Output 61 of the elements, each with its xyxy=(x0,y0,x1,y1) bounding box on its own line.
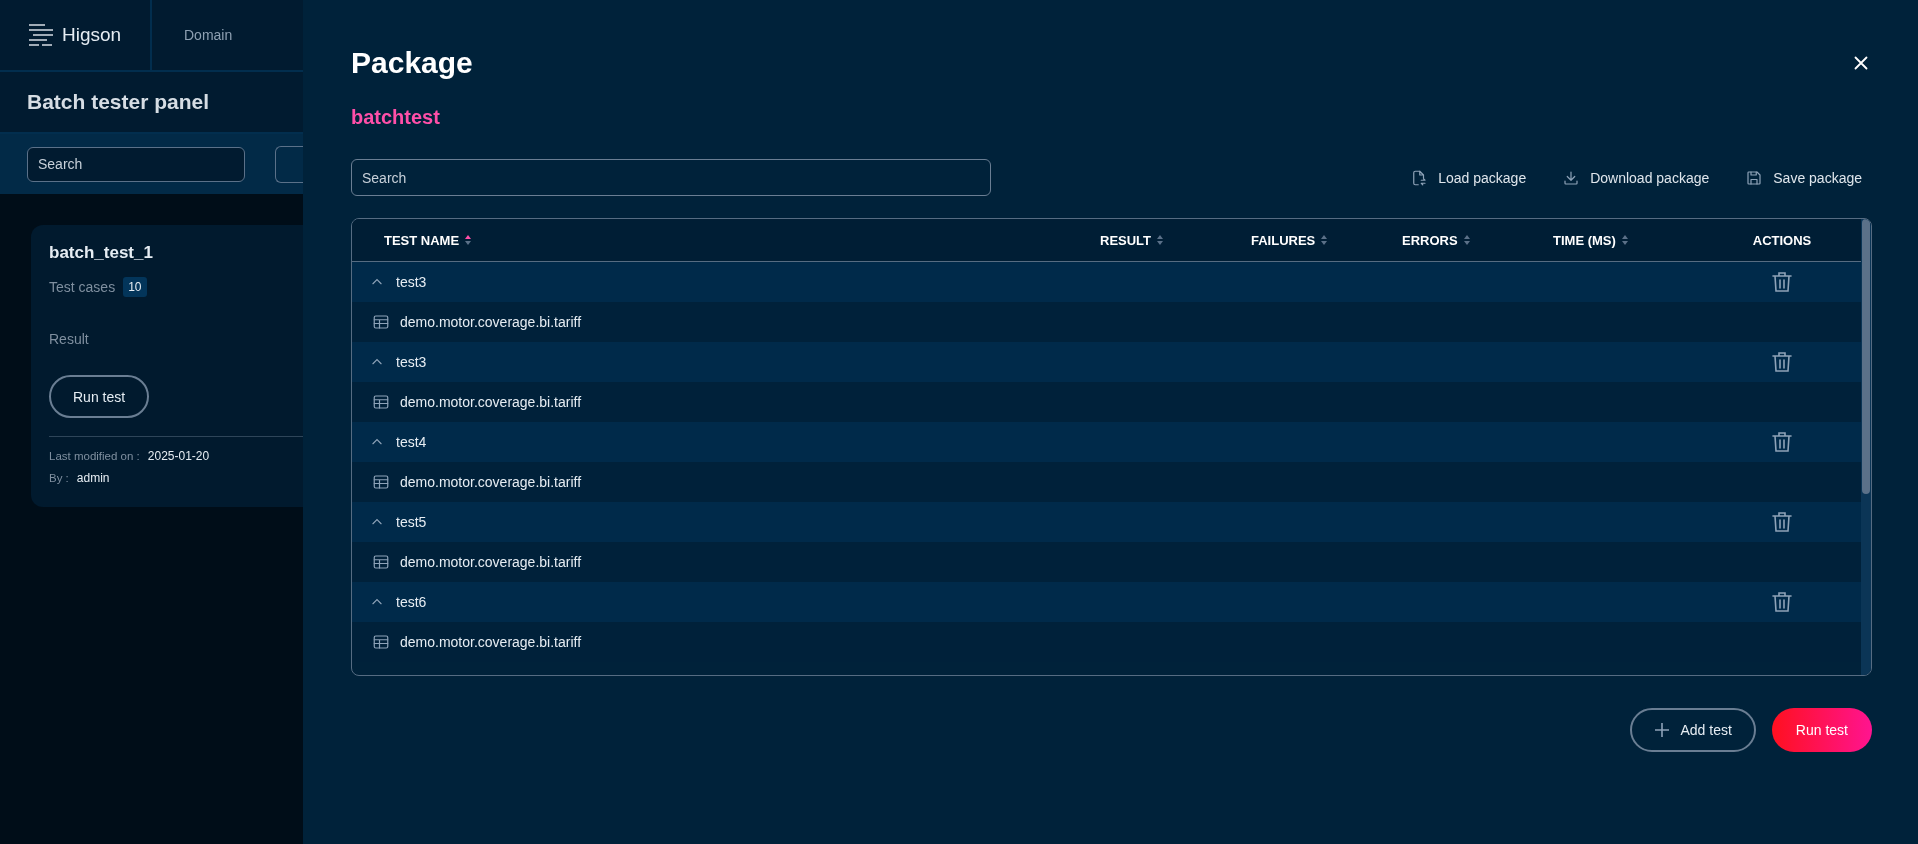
sort-icon[interactable] xyxy=(1621,235,1628,245)
logo-text: Higson xyxy=(62,24,122,46)
test-name: test6 xyxy=(395,594,428,610)
delete-button[interactable] xyxy=(1772,271,1792,293)
column-header[interactable]: RESULT xyxy=(1100,232,1152,248)
add-test-button[interactable]: Add test xyxy=(1630,708,1756,752)
table-icon xyxy=(372,553,390,571)
dialog-title: Package xyxy=(351,46,473,80)
test-name: test3 xyxy=(395,354,428,370)
delete-button[interactable] xyxy=(1772,511,1792,533)
table-icon xyxy=(372,393,390,411)
sort-icon[interactable] xyxy=(1157,235,1164,245)
modified-label: Last modified on : xyxy=(49,450,140,462)
run-test-button[interactable]: Run test xyxy=(49,375,150,418)
test-name: test3 xyxy=(395,274,428,290)
plus-icon xyxy=(1654,722,1671,738)
scrollbar[interactable] xyxy=(1861,219,1871,675)
column-header[interactable]: ERRORS xyxy=(1402,232,1458,248)
search-field[interactable]: Search xyxy=(351,159,991,196)
search-field[interactable]: Search xyxy=(27,146,246,182)
column-header[interactable]: FAILURES xyxy=(1251,232,1316,248)
download-package-button[interactable]: Download package xyxy=(1562,164,1710,191)
column-header[interactable]: TIME (MS) xyxy=(1553,232,1616,248)
modified-date: 2025-01-20 xyxy=(147,449,210,463)
table-name: demo.motor.coverage.bi.tariff xyxy=(400,474,582,490)
load-package-button[interactable]: Load package xyxy=(1410,164,1527,191)
test-cases-label: Test cases xyxy=(49,279,116,295)
delete-button[interactable] xyxy=(1772,351,1792,373)
test-name: test4 xyxy=(395,434,428,450)
table-name: demo.motor.coverage.bi.tariff xyxy=(400,634,582,650)
table-icon xyxy=(372,633,390,651)
test-group-row[interactable]: test3 xyxy=(352,262,1861,302)
test-cases-count: 10 xyxy=(123,277,147,297)
column-header[interactable]: TEST NAME xyxy=(384,232,460,248)
test-group-row[interactable]: test4 xyxy=(352,422,1861,462)
page-title: Batch tester panel xyxy=(0,72,303,134)
delete-button[interactable] xyxy=(1772,591,1792,613)
package-name: batchtest xyxy=(351,106,441,129)
table-name: demo.motor.coverage.bi.tariff xyxy=(400,314,582,330)
sort-icon[interactable] xyxy=(1463,235,1470,245)
author-label: By : xyxy=(49,472,69,484)
column-header[interactable]: ACTIONS xyxy=(1752,232,1812,248)
test-group-row[interactable]: test6 xyxy=(352,582,1861,622)
table-name: demo.motor.coverage.bi.tariff xyxy=(400,554,582,570)
table-icon xyxy=(372,473,390,491)
logo-lines-icon xyxy=(28,23,54,47)
table-name: demo.motor.coverage.bi.tariff xyxy=(400,394,582,410)
run-test-button[interactable]: Run test xyxy=(1771,708,1872,752)
file-arrows-icon xyxy=(1410,168,1429,187)
delete-button[interactable] xyxy=(1772,431,1792,453)
test-group-row[interactable]: test5 xyxy=(352,502,1861,542)
nav-link[interactable]: Domain xyxy=(152,27,233,43)
author-name: admin xyxy=(76,471,110,485)
card-title: batch_test_1 xyxy=(49,243,154,263)
sort-icon[interactable] xyxy=(1321,235,1328,245)
save-package-button[interactable]: Save package xyxy=(1745,164,1862,191)
result-label: Result xyxy=(49,331,90,347)
sort-icon[interactable] xyxy=(465,235,472,245)
table-icon xyxy=(372,313,390,331)
test-group-row[interactable]: test3 xyxy=(352,342,1861,382)
test-name: test5 xyxy=(395,514,428,530)
